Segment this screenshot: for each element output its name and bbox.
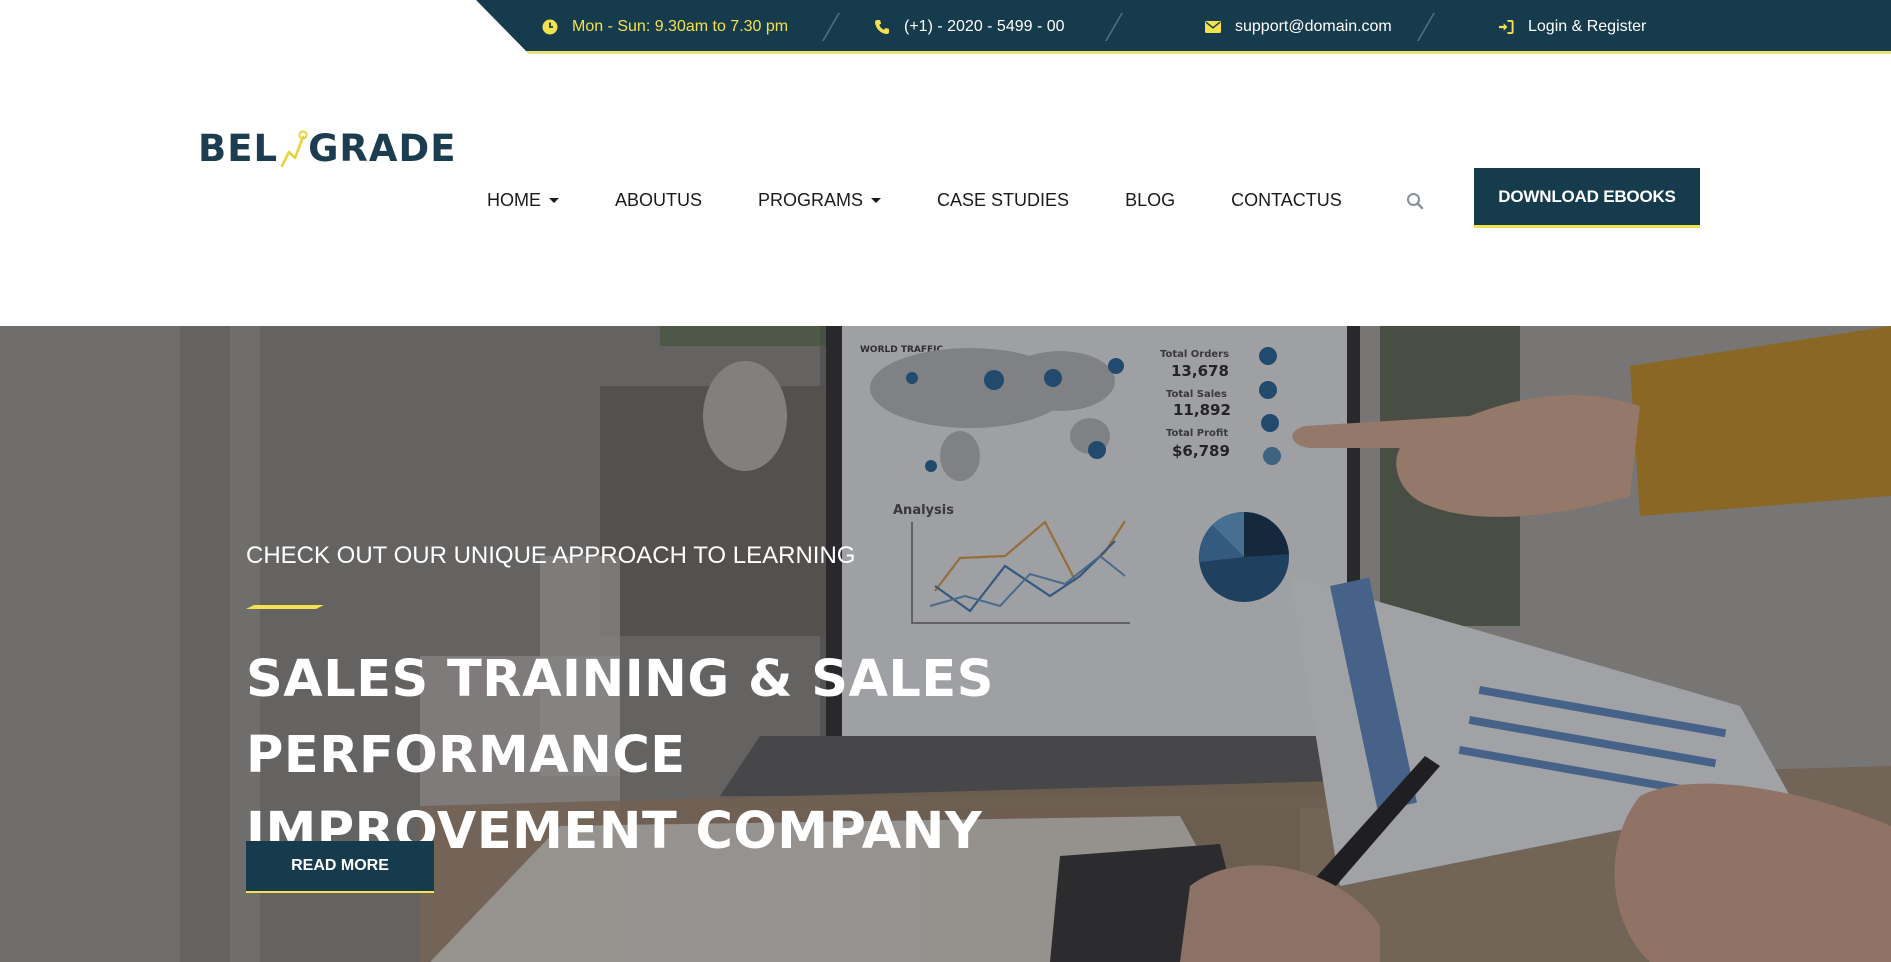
nav-item-label: CONTACTUS <box>1231 189 1342 210</box>
nav-item-label: HOME <box>487 189 541 210</box>
site-logo[interactable]: BEL GRADE <box>198 127 457 170</box>
email-contact[interactable]: support@domain.com <box>1205 0 1392 54</box>
sign-in-icon <box>1498 19 1514 35</box>
nav-item-contactus[interactable]: CONTACTUS <box>1231 190 1342 211</box>
nav-item-programs[interactable]: PROGRAMS <box>758 189 882 211</box>
nav-item-label: ABOUTUS <box>615 189 703 210</box>
nav-item-home[interactable]: HOME <box>487 190 559 211</box>
opening-hours: Mon - Sun: 9.30am to 7.30 pm <box>542 0 788 54</box>
phone-icon <box>874 19 890 35</box>
login-register-text: Login & Register <box>1528 18 1647 35</box>
clock-icon <box>542 19 558 35</box>
nav-item-label: PROGRAMS <box>758 189 864 210</box>
logo-text-right: GRADE <box>308 127 457 170</box>
caret-down-icon <box>871 197 882 203</box>
phone-contact[interactable]: (+1) - 2020 - 5499 - 00 <box>874 0 1065 54</box>
nav-item-case-studies[interactable]: CASE STUDIES <box>937 190 1069 211</box>
hero-subtitle: CHECK OUT OUR UNIQUE APPROACH TO LEARNIN… <box>246 542 856 569</box>
download-ebooks-button[interactable]: DOWNLOAD EBOOKS <box>1474 168 1700 228</box>
nav-item-blog[interactable]: BLOG <box>1125 190 1175 211</box>
nav-item-label: BLOG <box>1125 189 1176 210</box>
hero-title: SALES TRAINING & SALES PERFORMANCE IMPRO… <box>246 642 1346 870</box>
logo-text-left: BEL <box>198 127 279 170</box>
nav-item-label: CASE STUDIES <box>937 189 1070 210</box>
logo-chart-mark-icon <box>278 128 308 170</box>
envelope-icon <box>1205 19 1221 35</box>
email-text: support@domain.com <box>1235 18 1392 35</box>
login-register-link[interactable]: Login & Register <box>1498 0 1646 54</box>
search-icon <box>1407 193 1424 210</box>
nav-item-aboutus[interactable]: ABOUTUS <box>615 190 702 211</box>
caret-down-icon <box>549 197 559 203</box>
hero-accent-divider <box>246 605 324 609</box>
search-button[interactable] <box>1404 190 1426 212</box>
read-more-button[interactable]: READ MORE <box>246 841 434 893</box>
hero-title-line-1: SALES TRAINING & SALES PERFORMANCE <box>246 650 994 785</box>
opening-hours-text: Mon - Sun: 9.30am to 7.30 pm <box>572 18 789 35</box>
hero-banner: WORLD TRAFFIC Total Orders 13,678 Total … <box>0 326 1891 962</box>
phone-text: (+1) - 2020 - 5499 - 00 <box>904 18 1065 35</box>
main-navigation: HOME ABOUTUS PROGRAMS CASE STUDIES BLOG … <box>487 186 1398 214</box>
